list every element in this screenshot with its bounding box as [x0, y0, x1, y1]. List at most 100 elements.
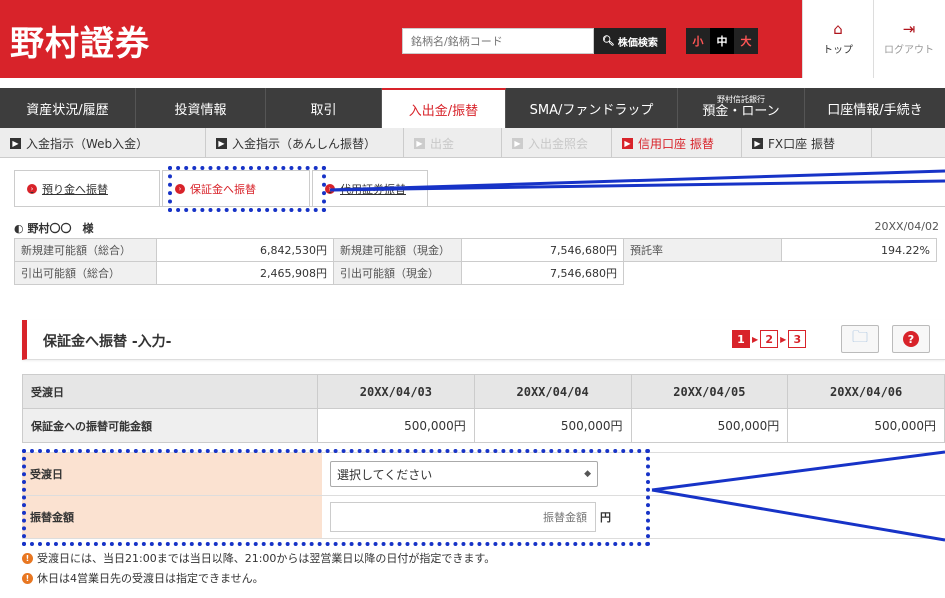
summary-label: 引出可能額（現金） — [333, 261, 462, 285]
subnav-label: FX口座 振替 — [768, 136, 835, 151]
current-date: 20XX/04/02 — [874, 220, 939, 233]
arrow-icon: ▶ — [622, 137, 633, 149]
top-label: トップ — [823, 45, 853, 56]
sub-nav: ▶ 入金指示（Web入金） ▶ 入金指示（あんしん振替） ▶ 出金 ▶ 入出金照… — [0, 128, 945, 158]
info-icon: ! — [22, 572, 33, 584]
nav-assets[interactable]: 資産状況/履歴 — [0, 88, 136, 128]
column-header-date: 20XX/04/05 — [630, 374, 789, 409]
customer-name: ◐ 野村〇〇 様 — [14, 220, 93, 236]
logo[interactable]: 野村證券 — [10, 16, 150, 65]
table-header-row: 受渡日 20XX/04/03 20XX/04/04 20XX/04/05 20X… — [22, 374, 945, 409]
summary-value: 194.22% — [781, 238, 937, 262]
step-3: 3 — [788, 330, 807, 348]
step-arrow-icon: ▶ — [780, 334, 787, 344]
home-icon: ⌂ — [833, 20, 843, 38]
summary-table: 新規建可能額（総合） 6,842,530円 新規建可能額（現金） 7,546,6… — [14, 238, 937, 285]
nav-investment-info[interactable]: 投資情報 — [136, 88, 266, 128]
row-label: 保証金への振替可能金額 — [22, 408, 318, 443]
tabs-underline — [14, 206, 945, 207]
subnav-web-deposit[interactable]: ▶ 入金指示（Web入金） — [0, 128, 206, 158]
subnav-anshin-transfer[interactable]: ▶ 入金指示（あんしん振替） — [206, 128, 404, 158]
tab-substitute-securities[interactable]: › 代用証券振替 — [312, 170, 428, 206]
header: 野村證券 🔍︎ 株価検索 小 中 大 ⌂ トップ ⇥ ログアウト — [0, 0, 945, 78]
font-size-large-button[interactable]: 大 — [734, 28, 758, 54]
nav-account-info[interactable]: 口座情報/手続き — [805, 88, 945, 128]
top-button[interactable]: ⌂ トップ — [802, 0, 873, 78]
note-text: 受渡日には、当日21:00までは当日以降、21:00からは翌営業日以降の日付が指… — [37, 552, 496, 565]
subnav-inquiry: ▶ 入出金照会 — [502, 128, 612, 158]
logout-button[interactable]: ⇥ ログアウト — [873, 0, 944, 78]
search-bar: 🔍︎ 株価検索 — [402, 28, 666, 54]
table-cell: 500,000円 — [473, 408, 632, 443]
table-cell: 500,000円 — [787, 408, 945, 443]
summary-value: 2,465,908円 — [156, 261, 334, 285]
table-cell: 500,000円 — [317, 408, 475, 443]
folder-button[interactable]: 🗀 — [841, 325, 879, 353]
summary-label: 引出可能額（総合） — [14, 261, 157, 285]
help-icon: ? — [903, 331, 919, 347]
arrow-icon: ▶ — [752, 137, 763, 149]
nav-sma-fundwrap[interactable]: SMA/ファンドラップ — [506, 88, 678, 128]
logout-label: ログアウト — [884, 45, 934, 56]
annotation-highlight-form — [22, 449, 650, 546]
column-header: 受渡日 — [22, 374, 318, 409]
search-input[interactable] — [402, 28, 594, 54]
user-icon: ◐ — [14, 222, 24, 235]
tab-deposit-transfer[interactable]: › 預り金へ振替 — [14, 170, 160, 206]
table-cell: 500,000円 — [630, 408, 789, 443]
main-nav: 資産状況/履歴 投資情報 取引 入出金/振替 SMA/ファンドラップ 野村信託銀… — [0, 88, 945, 128]
summary-label: 預託率 — [623, 238, 782, 262]
column-header-date: 20XX/04/03 — [317, 374, 475, 409]
nav-bank-loan[interactable]: 野村信託銀行 預金・ローン — [678, 88, 805, 128]
note-item: ! 受渡日には、当日21:00までは当日以降、21:00からは翌営業日以降の日付… — [22, 548, 495, 568]
summary-label: 新規建可能額（総合） — [14, 238, 157, 262]
note-item: ! 休日は4営業日先の受渡日は指定できません。 — [22, 568, 495, 588]
arrow-icon: ▶ — [10, 137, 21, 149]
logout-icon: ⇥ — [902, 20, 916, 38]
font-size-medium-button[interactable]: 中 — [710, 28, 734, 54]
summary-value: 6,842,530円 — [156, 238, 334, 262]
nav-bank-loan-label: 預金・ローン — [702, 104, 780, 120]
subnav-label: 入金指示（Web入金） — [26, 136, 149, 151]
subnav-fx-transfer[interactable]: ▶ FX口座 振替 — [742, 128, 872, 158]
subnav-withdraw: ▶ 出金 — [404, 128, 502, 158]
subnav-margin-transfer[interactable]: ▶ 信用口座 振替 — [612, 128, 742, 158]
arrow-icon: ▶ — [512, 137, 523, 149]
search-icon: 🔍︎ — [602, 35, 615, 47]
subnav-label: 入金指示（あんしん振替） — [232, 136, 377, 151]
summary-label: 新規建可能額（現金） — [333, 238, 462, 262]
nav-trade[interactable]: 取引 — [266, 88, 382, 128]
step-2: 2 — [760, 330, 779, 348]
section-heading: 保証金へ振替 -入力- 1 ▶ 2 ▶ 3 🗀 ? — [22, 320, 945, 360]
notes: ! 受渡日には、当日21:00までは当日以降、21:00からは翌営業日以降の日付… — [22, 548, 495, 588]
step-1: 1 — [732, 330, 750, 348]
annotation-highlight-tab — [168, 166, 326, 212]
table-row: 新規建可能額（総合） 6,842,530円 新規建可能額（現金） 7,546,6… — [14, 238, 937, 262]
arrow-icon: ▶ — [414, 137, 425, 149]
column-header-date: 20XX/04/06 — [787, 374, 945, 409]
summary-value: 7,546,680円 — [461, 261, 624, 285]
help-button[interactable]: ? — [892, 325, 930, 353]
column-header-date: 20XX/04/04 — [473, 374, 632, 409]
table-row: 引出可能額（総合） 2,465,908円 引出可能額（現金） 7,546,680… — [14, 261, 937, 285]
arrow-circle-icon: › — [27, 183, 37, 194]
subnav-label: 信用口座 振替 — [638, 136, 714, 151]
customer-name-text: 野村〇〇 様 — [27, 222, 94, 235]
step-indicator: 1 ▶ 2 ▶ 3 — [732, 330, 807, 348]
transferable-amount-table: 受渡日 20XX/04/03 20XX/04/04 20XX/04/05 20X… — [22, 374, 945, 443]
folder-icon: 🗀 — [851, 326, 868, 346]
font-size-small-button[interactable]: 小 — [686, 28, 710, 54]
summary-value: 7,546,680円 — [461, 238, 624, 262]
nav-deposit-transfer[interactable]: 入出金/振替 — [382, 88, 506, 128]
font-size-selector: 小 中 大 — [686, 28, 758, 54]
subnav-label: 出金 — [430, 136, 455, 151]
subnav-label: 入出金照会 — [528, 136, 589, 151]
info-icon: ! — [22, 552, 33, 564]
search-button[interactable]: 🔍︎ 株価検索 — [594, 28, 666, 54]
table-row: 保証金への振替可能金額 500,000円 500,000円 500,000円 5… — [22, 408, 945, 443]
header-actions: ⌂ トップ ⇥ ログアウト — [802, 0, 945, 78]
tab-label: 預り金へ振替 — [42, 182, 108, 196]
search-button-label: 株価検索 — [617, 37, 658, 49]
tab-label: 代用証券振替 — [340, 182, 406, 196]
step-arrow-icon: ▶ — [752, 334, 759, 344]
